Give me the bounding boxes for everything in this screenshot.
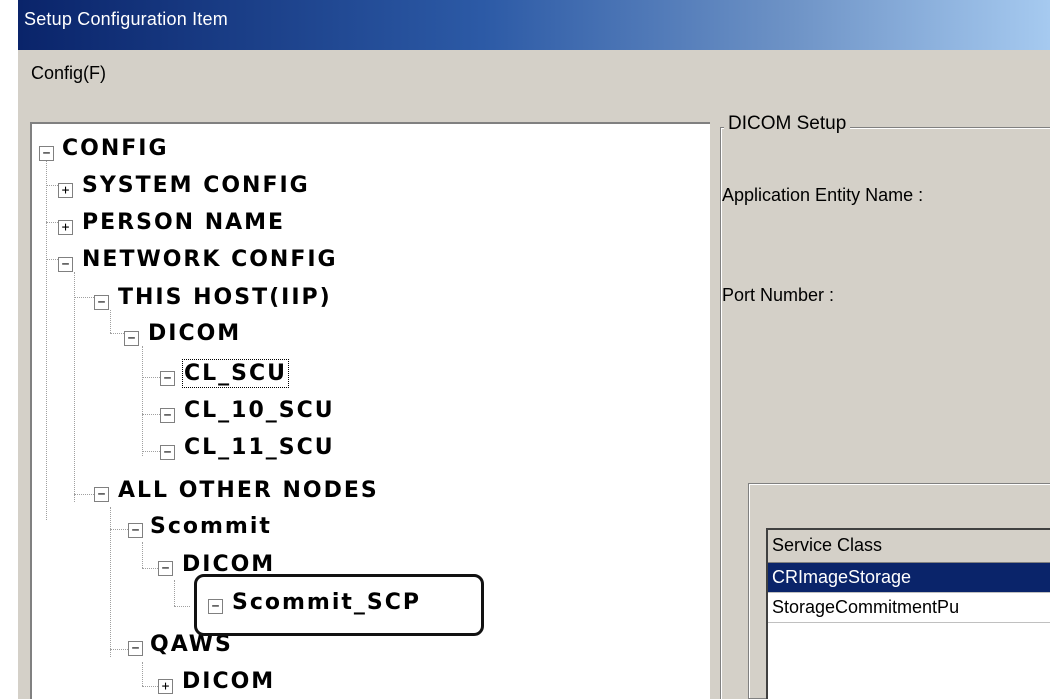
service-class-column-header[interactable]: Service Class: [768, 530, 1050, 563]
tree-line: [46, 160, 47, 520]
title-bar[interactable]: Setup Configuration Item: [18, 0, 1050, 50]
tree-node-label[interactable]: SYSTEM CONFIG: [82, 173, 310, 198]
tree-node-label[interactable]: CONFIG: [62, 136, 169, 161]
collapse-icon[interactable]: −: [128, 523, 143, 538]
tree-node-label[interactable]: PERSON NAME: [82, 210, 285, 235]
tree-node-label[interactable]: CL_SCU: [181, 359, 290, 388]
dicom-setup-panel: DICOM Setup Application Entity Name : Po…: [710, 98, 1050, 699]
collapse-icon[interactable]: −: [94, 295, 109, 310]
tree-line: [142, 377, 160, 378]
tree-node-label[interactable]: ALL OTHER NODES: [118, 478, 379, 503]
setup-configuration-window: Setup Configuration Item Config(F) − CON…: [18, 0, 1050, 699]
application-entity-name-label: Application Entity Name :: [722, 185, 924, 205]
collapse-icon[interactable]: −: [160, 371, 175, 386]
tree-node-label[interactable]: CL_11_SCU: [184, 435, 335, 460]
menu-bar: Config(F): [18, 50, 1050, 98]
tree-line: [46, 259, 58, 260]
tree-line: [110, 529, 128, 530]
tree-line: [74, 272, 75, 502]
expand-icon[interactable]: +: [58, 220, 73, 235]
tree-line: [142, 414, 160, 415]
tree-line: [46, 222, 58, 223]
tree-line: [142, 346, 143, 456]
tree-node-label[interactable]: CL_10_SCU: [184, 398, 335, 423]
tree-line: [174, 580, 175, 606]
collapse-icon[interactable]: −: [58, 257, 73, 272]
collapse-icon[interactable]: −: [160, 445, 175, 460]
dicom-setup-group-title: DICOM Setup: [724, 113, 851, 135]
tree-line: [74, 297, 94, 298]
column-header-label: Service Class: [772, 535, 883, 555]
config-tree-view[interactable]: − CONFIG + SYSTEM CONFIG + PERSON NAME −…: [30, 122, 712, 699]
expand-icon[interactable]: +: [58, 183, 73, 198]
list-item-label: StorageCommitmentPu: [772, 597, 960, 617]
collapse-icon[interactable]: −: [124, 331, 139, 346]
collapse-icon[interactable]: −: [39, 146, 54, 161]
collapse-icon[interactable]: −: [158, 561, 173, 576]
tree-line: [110, 649, 128, 650]
tree-node-label[interactable]: Scommit: [150, 514, 272, 539]
expand-icon[interactable]: +: [158, 679, 173, 694]
tree-line: [46, 185, 58, 186]
tree-node-label[interactable]: NETWORK CONFIG: [82, 247, 338, 272]
tree-line: [142, 662, 143, 686]
tree-line: [110, 310, 111, 333]
tree-line: [174, 606, 190, 607]
service-class-list[interactable]: Service Class CRImageStorage StorageComm…: [766, 528, 1050, 699]
list-item-label: CRImageStorage: [772, 567, 912, 587]
tree-node-label[interactable]: DICOM: [182, 669, 275, 694]
tree-node-label[interactable]: DICOM: [148, 321, 241, 346]
tree-line: [142, 568, 158, 569]
tree-line: [110, 333, 124, 334]
port-number-label: Port Number :: [722, 285, 835, 305]
tree-line: [142, 451, 160, 452]
menu-config[interactable]: Config(F): [31, 63, 106, 84]
window-title: Setup Configuration Item: [24, 9, 228, 29]
tree-node-label[interactable]: THIS HOST(IIP): [118, 285, 332, 310]
highlight-callout-box: [194, 574, 484, 636]
collapse-icon[interactable]: −: [160, 408, 175, 423]
list-item[interactable]: CRImageStorage: [768, 563, 1050, 593]
tree-line: [74, 494, 94, 495]
tree-line: [142, 542, 143, 568]
tree-line: [142, 686, 158, 687]
list-item[interactable]: StorageCommitmentPu: [768, 593, 1050, 623]
collapse-icon[interactable]: −: [94, 487, 109, 502]
collapse-icon[interactable]: −: [128, 641, 143, 656]
